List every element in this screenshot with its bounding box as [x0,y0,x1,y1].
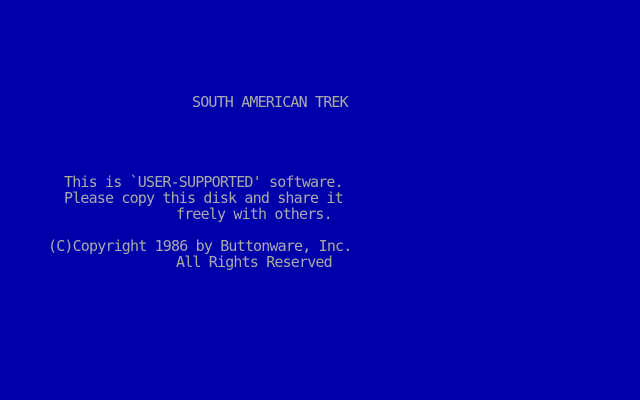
notice-row-1: This is `USER-SUPPORTED' software. [0,174,640,190]
notice-row-3: freely with others. [0,206,640,222]
notice-row-2: Please copy this disk and share it [0,190,640,206]
copyright-line: (C)Copyright 1986 by Buttonware, Inc. [48,237,352,255]
title-row: SOUTH AMERICAN TREK [0,94,640,110]
notice-line-1: This is `USER-SUPPORTED' software. [64,173,344,191]
rights-line: All Rights Reserved [176,253,333,271]
copyright-row-2: All Rights Reserved [0,254,640,270]
copyright-row-1: (C)Copyright 1986 by Buttonware, Inc. [0,238,640,254]
notice-line-2: Please copy this disk and share it [64,189,344,207]
notice-line-3: freely with others. [176,205,333,223]
game-title: SOUTH AMERICAN TREK [192,93,349,111]
title-screen: SOUTH AMERICAN TREK This is `USER-SUPPOR… [0,0,640,400]
